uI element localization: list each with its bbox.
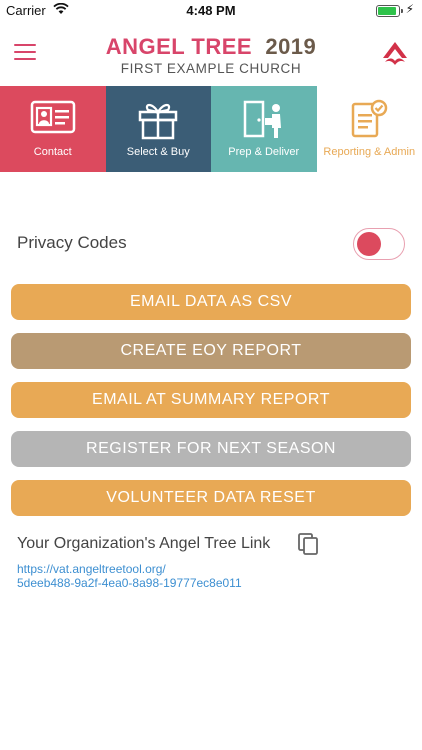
report-check-icon: [317, 98, 422, 140]
privacy-codes-label: Privacy Codes: [17, 233, 127, 252]
brand-title: ANGEL TREE 2019 FIRST EXAMPLE CHURCH: [0, 34, 422, 76]
org-link-url-line1[interactable]: https://vat.angeltreetool.org/: [17, 562, 242, 576]
tile-contact-label: Contact: [33, 146, 72, 158]
brand-year: 2019: [265, 34, 317, 59]
tile-select-buy[interactable]: Select & Buy: [105, 86, 212, 172]
register-next-season-button[interactable]: REGISTER FOR NEXT SEASON: [11, 431, 411, 467]
tile-reporting-admin[interactable]: Reporting & Admin: [316, 86, 422, 172]
tile-prep-deliver[interactable]: Prep & Deliver: [211, 86, 317, 172]
copy-icon[interactable]: [297, 532, 319, 556]
org-link-url-line2[interactable]: 5deeb488-9a2f-4ea0-8a98-19777ec8e011: [17, 576, 242, 590]
toggle-knob: [357, 232, 381, 256]
org-link-title: Your Organization's Angel Tree Link: [17, 535, 271, 552]
privacy-codes-toggle[interactable]: [353, 228, 405, 260]
battery-icon: [376, 5, 403, 17]
privacy-codes-row: Privacy Codes: [17, 228, 407, 260]
tile-reporting-admin-label: Reporting & Admin: [323, 146, 416, 158]
angel-tree-logo-icon[interactable]: [380, 40, 410, 66]
create-eoy-report-button[interactable]: CREATE EOY REPORT: [11, 333, 411, 369]
nav-tiles: Contact Select & Buy Prep & Deliver Repo…: [0, 86, 422, 172]
email-summary-report-button[interactable]: EMAIL AT SUMMARY REPORT: [11, 382, 411, 418]
charging-bolt-icon: ⚡: [405, 2, 414, 16]
tile-select-buy-label: Select & Buy: [126, 146, 190, 158]
email-data-csv-button[interactable]: EMAIL DATA AS CSV: [11, 284, 411, 320]
tile-contact[interactable]: Contact: [0, 86, 106, 172]
volunteer-data-reset-button[interactable]: VOLUNTEER DATA RESET: [11, 480, 411, 516]
app-header: ANGEL TREE 2019 FIRST EXAMPLE CHURCH: [0, 22, 422, 86]
org-link-url[interactable]: https://vat.angeltreetool.org/ 5deeb488-…: [17, 562, 242, 590]
contact-card-icon: [0, 98, 106, 140]
deliver-door-icon: [211, 98, 317, 140]
tile-prep-deliver-label: Prep & Deliver: [228, 146, 300, 158]
church-name: FIRST EXAMPLE CHURCH: [120, 61, 302, 76]
status-bar: Carrier 4:48 PM ⚡: [0, 0, 422, 22]
brand-name: ANGEL TREE: [105, 34, 253, 59]
gift-icon: [106, 98, 212, 140]
clock-time: 4:48 PM: [186, 3, 236, 18]
